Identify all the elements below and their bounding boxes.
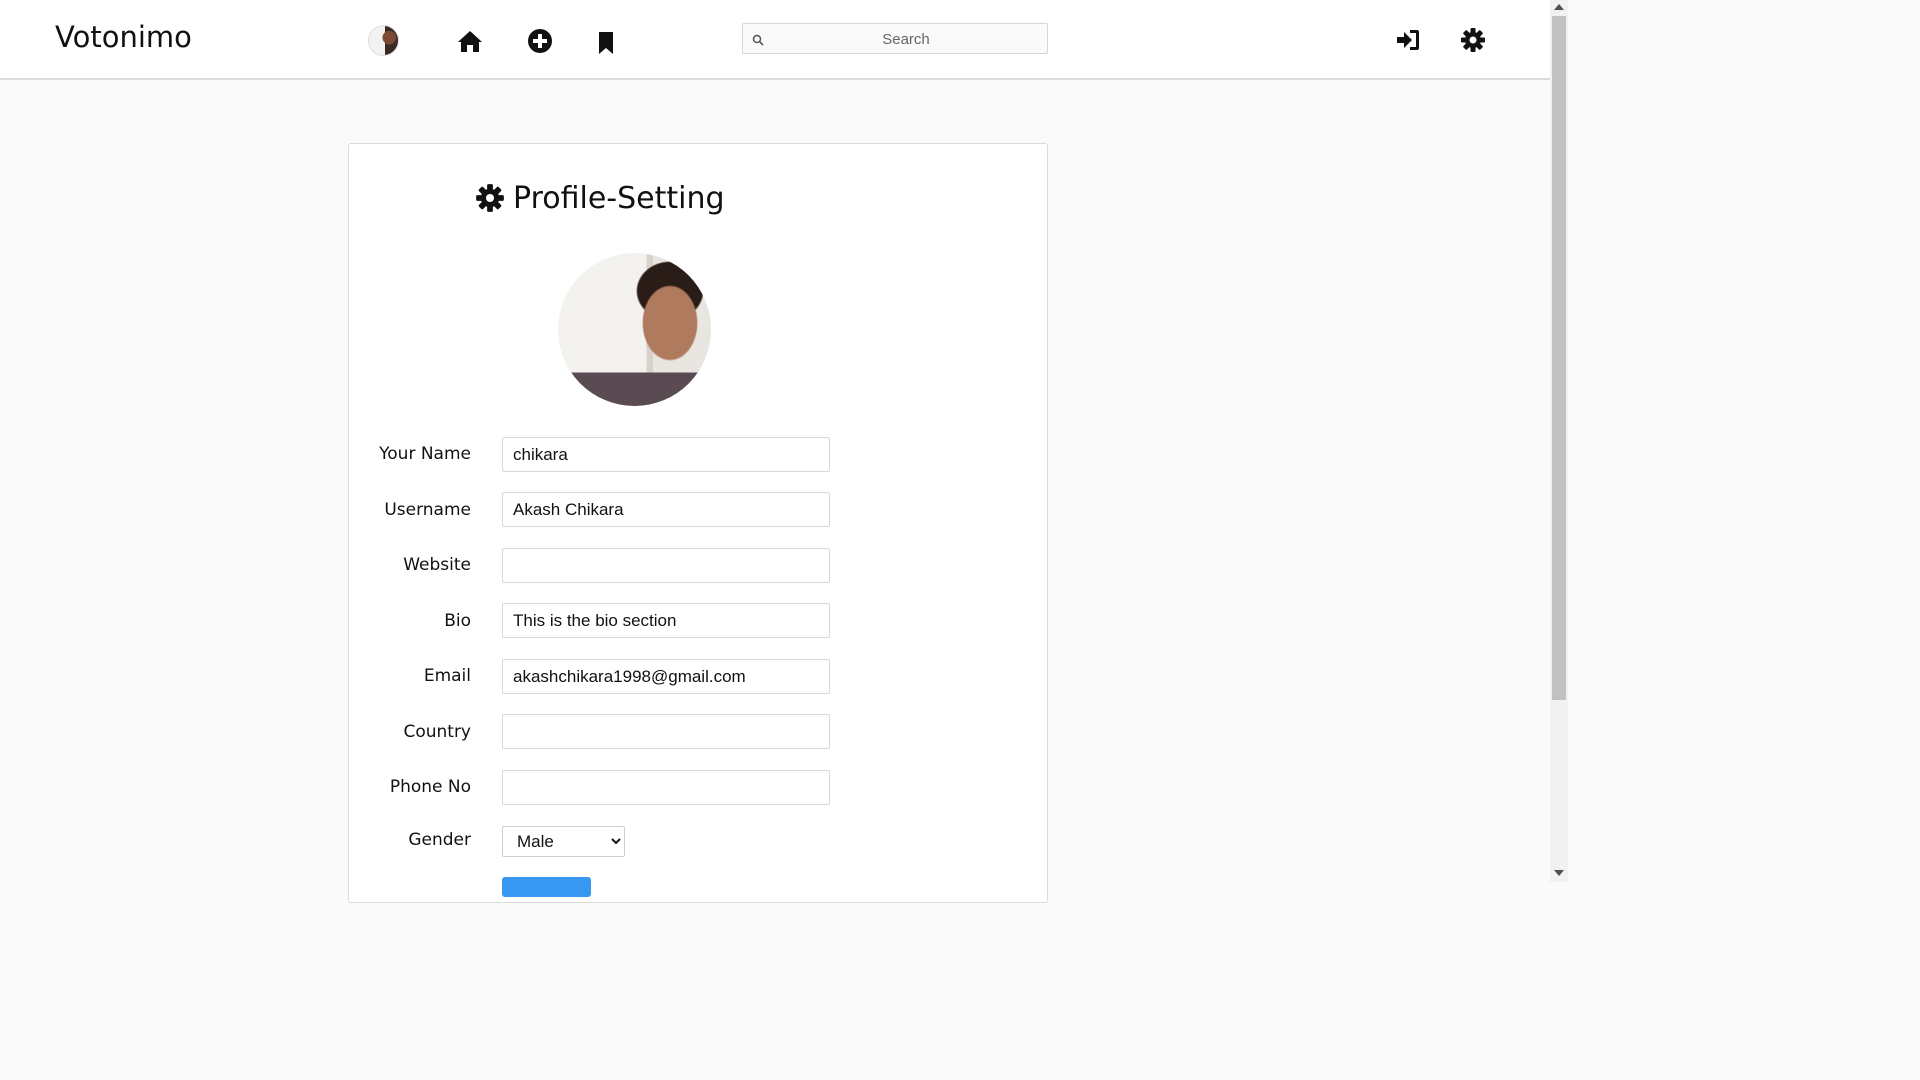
add-post-icon[interactable] (527, 28, 553, 54)
bio-label: Bio (444, 611, 471, 631)
email-label: Email (423, 666, 471, 686)
submit-button[interactable] (502, 877, 591, 897)
settings-icon[interactable] (1460, 27, 1486, 53)
home-icon[interactable] (457, 28, 483, 54)
search-bar (742, 23, 1048, 55)
login-icon[interactable] (1395, 27, 1421, 53)
scroll-thumb[interactable] (1552, 16, 1566, 700)
page-scrollbar[interactable] (1550, 0, 1568, 882)
bio-field[interactable] (502, 603, 830, 638)
username-label: Username (384, 500, 471, 520)
gender-select[interactable]: Male (502, 826, 625, 857)
scroll-up-arrow[interactable] (1554, 4, 1564, 10)
username-field[interactable] (502, 492, 830, 527)
profile-photo[interactable] (558, 253, 711, 406)
phone-label: Phone No (389, 777, 471, 797)
bookmark-icon[interactable] (593, 30, 619, 56)
gear-icon (475, 183, 505, 213)
search-icon (752, 33, 764, 46)
page-title: Profile-Setting (475, 178, 725, 218)
name-label: Your Name (379, 444, 471, 464)
nav-avatar[interactable] (368, 25, 399, 56)
gender-label: Gender (408, 830, 471, 850)
website-label: Website (403, 555, 471, 575)
search-input[interactable] (769, 24, 1043, 55)
name-field[interactable] (502, 437, 830, 472)
phone-field[interactable] (502, 770, 830, 805)
website-field[interactable] (502, 548, 830, 583)
email-field[interactable] (502, 659, 830, 694)
country-label: Country (403, 722, 471, 742)
scroll-down-arrow[interactable] (1554, 870, 1564, 876)
top-navbar: Votonimo (0, 0, 1550, 80)
brand-logo[interactable]: Votonimo (55, 20, 192, 54)
page-title-text: Profile-Setting (513, 180, 725, 216)
country-field[interactable] (502, 714, 830, 749)
